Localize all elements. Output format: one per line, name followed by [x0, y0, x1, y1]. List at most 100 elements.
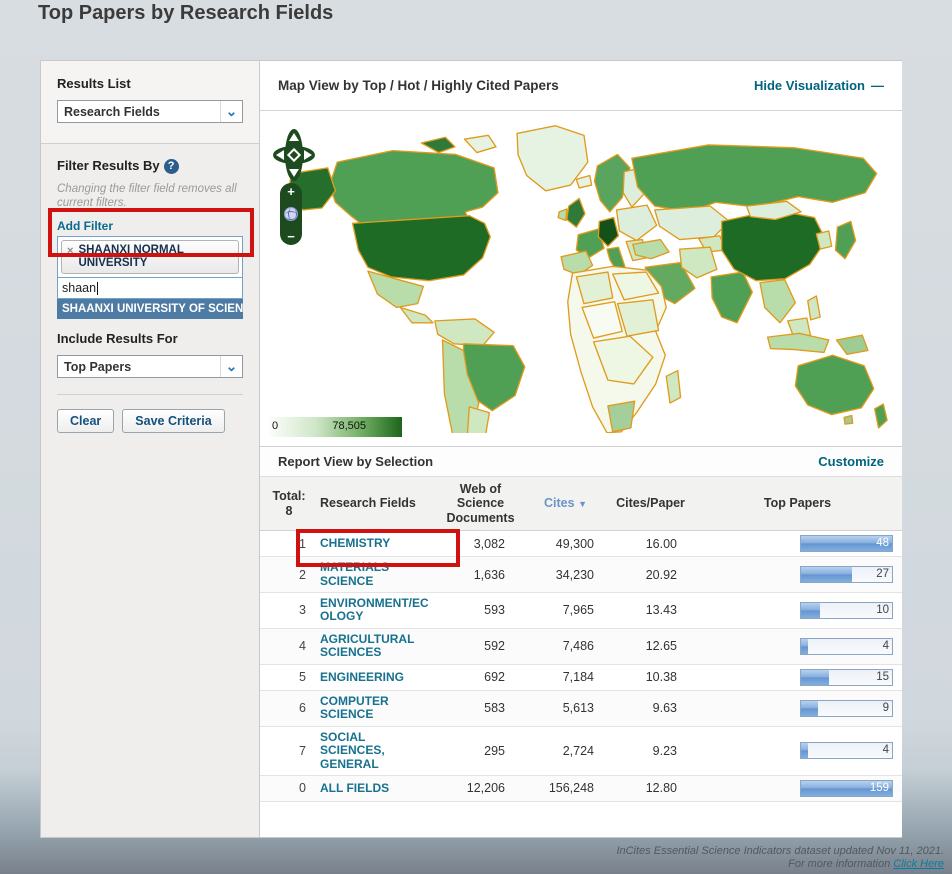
row-cites-per-paper: 9.63: [608, 690, 693, 726]
table-row: 2 MATERIALS SCIENCE 1,636 34,230 20.92 2…: [260, 557, 902, 593]
report-view-title: Report View by Selection: [278, 454, 818, 469]
results-list-select[interactable]: Research Fields ⌄: [57, 100, 243, 123]
top-papers-bar-fill: [801, 567, 852, 582]
row-wos-documents: 295: [438, 726, 523, 775]
top-papers-bar: 4: [800, 638, 893, 655]
sidebar: Results List Research Fields ⌄ Filter Re…: [41, 61, 260, 837]
dataset-update-note: InCites Essential Science Indicators dat…: [616, 845, 944, 858]
column-header-cites-sorted[interactable]: Cites ▼: [523, 477, 608, 531]
top-papers-bar-fill: [801, 603, 820, 618]
globe-icon[interactable]: [284, 207, 298, 221]
row-cites-per-paper: 12.65: [608, 628, 693, 664]
results-list-selected-value: Research Fields: [58, 105, 220, 119]
top-papers-bar-fill: [801, 701, 818, 716]
results-list-label: Results List: [57, 76, 243, 91]
research-field-link[interactable]: ENGINEERING: [320, 671, 404, 684]
row-cites-per-paper: 10.38: [608, 664, 693, 690]
text-caret: [97, 282, 98, 295]
report-header: Report View by Selection Customize: [260, 446, 902, 477]
row-field-cell: CHEMISTRY: [318, 531, 438, 557]
main-content: Map View by Top / Hot / Highly Cited Pap…: [260, 61, 902, 837]
row-field-cell: COMPUTER SCIENCE: [318, 690, 438, 726]
column-header-wos-documents[interactable]: Web of Science Documents: [438, 477, 523, 531]
row-cites-per-paper: 13.43: [608, 593, 693, 629]
research-field-link[interactable]: AGRICULTURAL SCIENCES: [320, 633, 432, 660]
remove-filter-icon[interactable]: ×: [67, 245, 73, 257]
report-table-body: 1 CHEMISTRY 3,082 49,300 16.00 48 2 MATE…: [260, 531, 902, 802]
column-header-cites-per-paper[interactable]: Cites/Paper: [608, 477, 693, 531]
map-zoom-control[interactable]: + −: [280, 183, 302, 245]
top-papers-bar: 9: [800, 700, 893, 717]
row-cites-per-paper: 20.92: [608, 557, 693, 593]
top-papers-value: 15: [876, 671, 889, 683]
top-papers-value: 159: [870, 782, 889, 794]
row-top-papers-cell: 27: [693, 557, 902, 593]
filter-input-value: shaan: [62, 281, 96, 295]
row-rank: 5: [260, 664, 318, 690]
chevron-down-icon: ⌄: [220, 101, 242, 122]
legend-max-label: 78,505: [332, 420, 366, 432]
row-cites-per-paper: 12.80: [608, 775, 693, 801]
add-filter-label: Add Filter: [57, 219, 243, 233]
row-cites-per-paper: 9.23: [608, 726, 693, 775]
clear-button[interactable]: Clear: [57, 409, 114, 433]
column-header-research-fields[interactable]: Research Fields: [318, 477, 438, 531]
page-title: Top Papers by Research Fields: [38, 2, 333, 25]
row-field-cell: ENGINEERING: [318, 664, 438, 690]
top-papers-bar-fill: [801, 670, 829, 685]
row-rank: 7: [260, 726, 318, 775]
row-rank: 1: [260, 531, 318, 557]
row-top-papers-cell: 10: [693, 593, 902, 629]
research-field-link[interactable]: SOCIAL SCIENCES, GENERAL: [320, 731, 432, 771]
map-legend: 0 78,505: [270, 417, 402, 437]
map-view-title: Map View by Top / Hot / Highly Cited Pap…: [278, 78, 754, 93]
table-row: 4 AGRICULTURAL SCIENCES 592 7,486 12.65 …: [260, 628, 902, 664]
top-papers-bar-fill: [801, 639, 808, 654]
include-results-select[interactable]: Top Papers ⌄: [57, 355, 243, 378]
zoom-out-icon[interactable]: −: [287, 230, 295, 243]
row-cites-per-paper: 16.00: [608, 531, 693, 557]
column-header-top-papers[interactable]: Top Papers: [693, 477, 902, 531]
row-wos-documents: 3,082: [438, 531, 523, 557]
filter-search-input[interactable]: shaan: [57, 278, 243, 299]
top-papers-bar: 10: [800, 602, 893, 619]
row-field-cell: MATERIALS SCIENCE: [318, 557, 438, 593]
save-criteria-button[interactable]: Save Criteria: [122, 409, 224, 433]
table-row: 7 SOCIAL SCIENCES, GENERAL 295 2,724 9.2…: [260, 726, 902, 775]
filter-suggestion-item[interactable]: SHAANXI UNIVERSITY OF SCIENC: [57, 299, 243, 319]
research-field-link[interactable]: COMPUTER SCIENCE: [320, 695, 432, 722]
research-field-link[interactable]: CHEMISTRY: [320, 537, 390, 550]
row-field-cell: AGRICULTURAL SCIENCES: [318, 628, 438, 664]
row-rank: 4: [260, 628, 318, 664]
top-papers-value: 27: [876, 568, 889, 580]
filter-tag-shaanxi-normal[interactable]: × SHAANXI NORMAL UNIVERSITY: [61, 240, 239, 274]
row-cites: 156,248: [523, 775, 608, 801]
research-field-link[interactable]: ENVIRONMENT/ECOLOGY: [320, 597, 432, 624]
top-papers-bar-fill: [801, 743, 808, 758]
help-icon[interactable]: ?: [164, 159, 179, 174]
row-cites: 2,724: [523, 726, 608, 775]
zoom-in-icon[interactable]: +: [287, 185, 295, 198]
hide-visualization-link[interactable]: Hide Visualization—: [754, 78, 884, 93]
top-papers-bar: 159: [800, 780, 893, 797]
map-pan-control[interactable]: [272, 127, 316, 183]
legend-min-label: 0: [272, 420, 278, 432]
customize-link[interactable]: Customize: [818, 454, 884, 469]
row-cites: 7,486: [523, 628, 608, 664]
top-papers-value: 48: [876, 537, 889, 549]
include-results-label: Include Results For: [57, 331, 243, 346]
filter-note: Changing the filter field removes all cu…: [57, 182, 243, 211]
research-field-link[interactable]: MATERIALS SCIENCE: [320, 561, 432, 588]
research-field-link[interactable]: ALL FIELDS: [320, 782, 389, 795]
filter-tag-label: SHAANXI NORMAL UNIVERSITY: [78, 244, 232, 270]
row-wos-documents: 592: [438, 628, 523, 664]
click-here-link[interactable]: Click Here: [893, 858, 944, 870]
table-row: 3 ENVIRONMENT/ECOLOGY 593 7,965 13.43 10: [260, 593, 902, 629]
table-row: 5 ENGINEERING 692 7,184 10.38 15: [260, 664, 902, 690]
row-rank: 2: [260, 557, 318, 593]
world-map[interactable]: [278, 115, 890, 433]
row-wos-documents: 1,636: [438, 557, 523, 593]
table-row: 1 CHEMISTRY 3,082 49,300 16.00 48: [260, 531, 902, 557]
row-top-papers-cell: 15: [693, 664, 902, 690]
filter-tags-container[interactable]: × SHAANXI NORMAL UNIVERSITY: [57, 236, 243, 278]
